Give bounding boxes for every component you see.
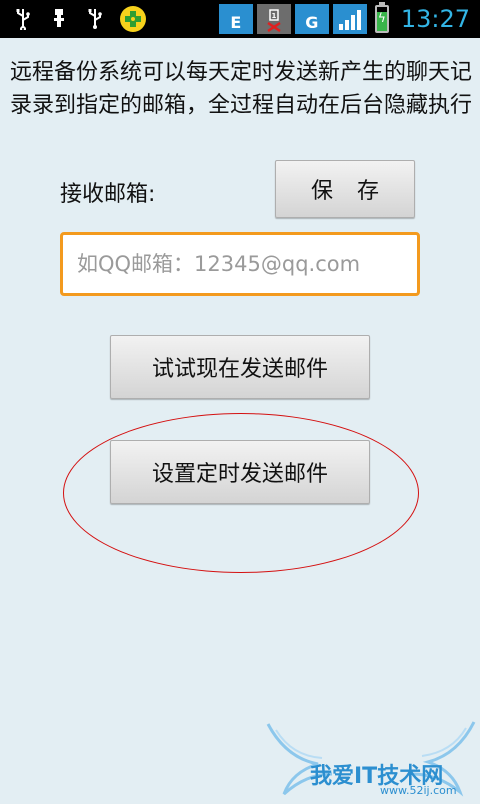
save-button[interactable]: 保存 (275, 160, 415, 218)
schedule-send-button[interactable]: 设置定时发送邮件 (110, 440, 370, 504)
watermark-url: www.52ij.com (380, 784, 457, 797)
usb-icon (84, 7, 106, 31)
intro-text: 远程备份系统可以每天定时发送新产生的聊天记录录到指定的邮箱，全过程自动在后台隐藏… (10, 60, 473, 118)
send-now-button[interactable]: 试试现在发送邮件 (110, 335, 370, 399)
watermark: 我爱IT技术网 www.52ij.com (262, 718, 480, 800)
email-label: 接收邮箱: (60, 182, 156, 207)
network-e-icon: E (218, 4, 253, 34)
email-field-container (60, 232, 420, 296)
app-icon (120, 6, 146, 32)
usb-icon (12, 7, 34, 31)
network-g-icon: G (294, 4, 329, 34)
email-field[interactable] (63, 235, 417, 293)
signal-icon (332, 4, 367, 34)
system-icons: E 1 G ϟ 13:27 (218, 0, 470, 38)
battery-icon: ϟ (374, 2, 389, 33)
clock: 13:27 (400, 5, 470, 33)
svg-text:1: 1 (271, 12, 276, 20)
status-bar: E 1 G ϟ 13:27 (0, 0, 480, 38)
notification-icons (12, 0, 146, 38)
sim-icon: 1 (256, 4, 291, 34)
usb-debug-icon (48, 7, 70, 31)
